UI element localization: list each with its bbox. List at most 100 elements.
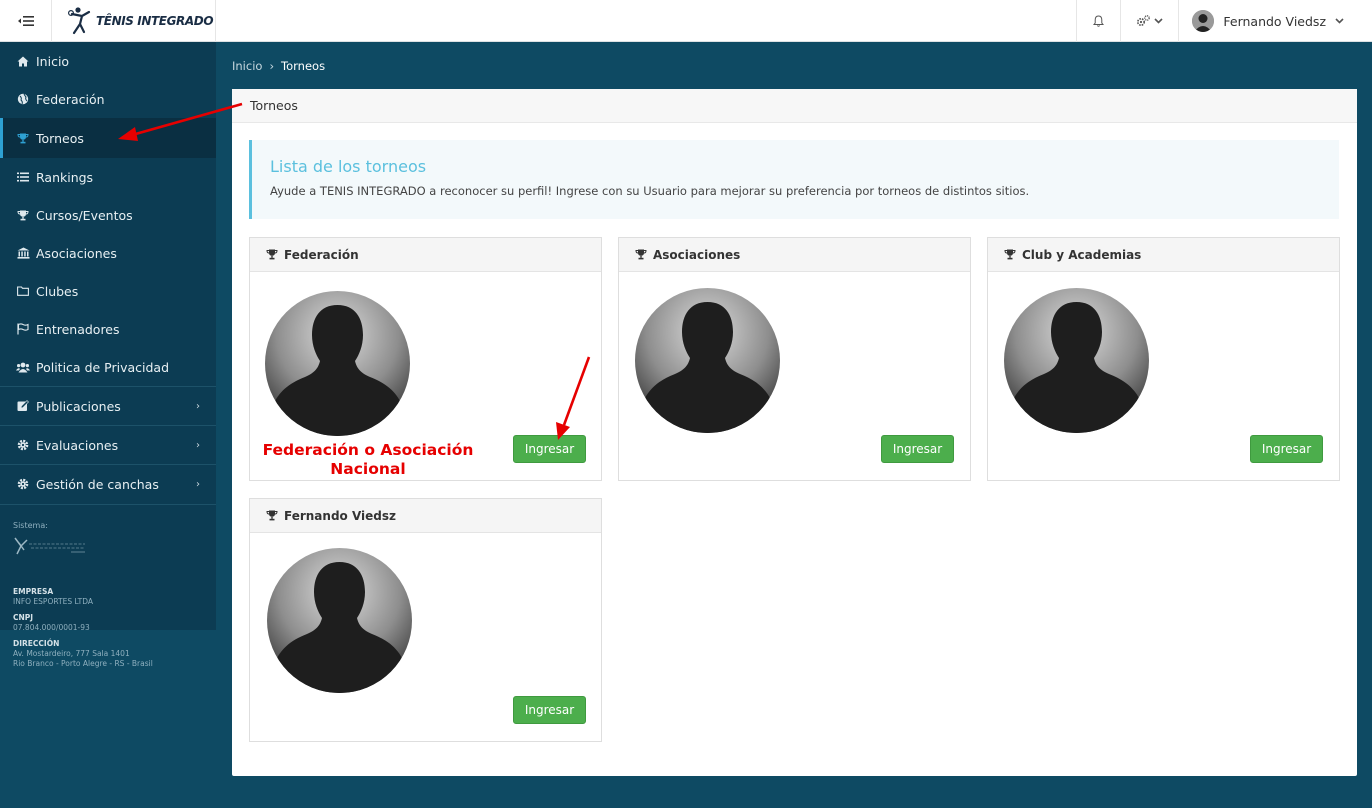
bank-icon	[16, 247, 30, 259]
sidebar-item-label: Politica de Privacidad	[36, 359, 170, 375]
sidebar-item-inicio[interactable]: Inicio	[0, 42, 216, 80]
edit-icon	[16, 400, 30, 412]
sidebar-item-label: Gestión de canchas	[36, 476, 159, 492]
chevron-right-icon: ›	[196, 439, 200, 451]
card-title: Asociaciones	[653, 247, 741, 262]
address-heading: DIRECCIÓN	[13, 639, 60, 648]
sidebar-item-asociaciones[interactable]: Asociaciones	[0, 234, 216, 272]
sidebar-item-label: Publicaciones	[36, 398, 121, 414]
app-logo[interactable]: TÊNIS INTEGRADO	[52, 0, 216, 42]
sidebar-divider	[0, 504, 216, 505]
gears-icon	[1137, 15, 1151, 27]
chevron-down-icon	[1335, 18, 1344, 24]
address-line-1: Av. Mostardeiro, 777 Sala 1401	[13, 649, 130, 658]
sidebar-item-politica-privacidad[interactable]: Politica de Privacidad	[0, 348, 216, 386]
chevron-down-icon	[1154, 18, 1163, 24]
sidebar-item-cursos-eventos[interactable]: Cursos/Eventos	[0, 196, 216, 234]
cnpj-heading: CNPJ	[13, 613, 34, 622]
user-menu[interactable]: Fernando Viedsz	[1178, 0, 1372, 42]
system-label: Sistema:	[13, 521, 48, 530]
sidebar-item-label: Entrenadores	[36, 321, 120, 337]
breadcrumb-separator: ›	[269, 59, 275, 73]
breadcrumb-current: Torneos	[281, 59, 326, 73]
home-icon	[16, 56, 30, 67]
bell-icon	[1093, 15, 1105, 27]
annotation-text: Federación o Asociación Nacional	[262, 441, 474, 478]
top-right-actions: Fernando Viedsz	[1076, 0, 1372, 42]
chevron-right-icon: ›	[196, 400, 200, 412]
card-header: Asociaciones	[619, 238, 970, 272]
list-icon	[16, 172, 30, 182]
sidebar-item-entrenadores[interactable]: Entrenadores	[0, 310, 216, 348]
card-fernando-viedsz: Fernando Viedsz Ingresar	[249, 498, 602, 742]
avatar-placeholder	[265, 291, 410, 436]
flag-icon	[16, 323, 30, 335]
card-header: Club y Academias	[988, 238, 1339, 272]
breadcrumb: Inicio › Torneos	[232, 59, 325, 73]
company-heading: EMPRESA	[13, 587, 54, 596]
chevron-right-icon: ›	[196, 478, 200, 490]
info-callout: Lista de los torneos Ayude a TENIS INTEG…	[249, 140, 1339, 219]
user-avatar	[1192, 10, 1215, 32]
sidebar-item-label: Inicio	[36, 53, 70, 69]
address-line-2: Rio Branco - Porto Alegre - RS - Brasil	[13, 659, 153, 668]
sidebar-toggle-button[interactable]	[0, 0, 52, 42]
sidebar-item-federacion[interactable]: Federación	[0, 80, 216, 118]
card-title: Fernando Viedsz	[284, 508, 397, 523]
sidebar-item-label: Clubes	[36, 283, 79, 299]
gear-icon	[16, 439, 30, 451]
globe-icon	[16, 93, 30, 105]
settings-dropdown[interactable]	[1120, 0, 1178, 42]
ingresar-button[interactable]: Ingresar	[881, 435, 954, 463]
company-info: EMPRESA INFO ESPORTES LTDA CNPJ 07.804.0…	[13, 587, 153, 669]
ingresar-button[interactable]: Ingresar	[513, 435, 586, 463]
sidebar-item-label: Federación	[36, 91, 105, 107]
card-header: Fernando Viedsz	[250, 499, 601, 533]
sidebar-item-publicaciones[interactable]: Publicaciones ›	[0, 386, 216, 425]
callout-text: Ayude a TENIS INTEGRADO a reconocer su p…	[270, 184, 1030, 198]
user-name: Fernando Viedsz	[1223, 13, 1326, 29]
system-logo[interactable]	[13, 534, 87, 558]
trophy-icon	[16, 133, 30, 144]
ingresar-button[interactable]: Ingresar	[1250, 435, 1323, 463]
sidebar-item-evaluaciones[interactable]: Evaluaciones ›	[0, 425, 216, 464]
avatar-placeholder	[1004, 288, 1149, 433]
ingresar-button[interactable]: Ingresar	[513, 696, 586, 724]
tennis-player-logo-icon	[68, 6, 91, 34]
card-asociaciones: Asociaciones Ingresar	[618, 237, 971, 481]
trophy-icon	[266, 510, 278, 521]
cnpj-value: 07.804.000/0001-93	[13, 623, 90, 632]
card-federacion: Federación Federación o Asociación Nacio…	[249, 237, 602, 481]
sidebar-item-label: Cursos/Eventos	[36, 207, 133, 223]
top-navbar: TÊNIS INTEGRADO Fernando Viedsz	[0, 0, 1372, 42]
company-name: INFO ESPORTES LTDA	[13, 597, 93, 606]
avatar-placeholder	[635, 288, 780, 433]
trophy-icon	[1004, 249, 1016, 260]
trophy-icon	[266, 249, 278, 260]
menu-collapse-icon	[17, 15, 34, 26]
sidebar-item-rankings[interactable]: Rankings	[0, 158, 216, 196]
sidebar-item-torneos[interactable]: Torneos	[0, 118, 216, 158]
users-icon	[16, 362, 30, 373]
trophy-icon	[635, 249, 647, 260]
callout-title: Lista de los torneos	[270, 157, 427, 176]
notifications-button[interactable]	[1076, 0, 1120, 42]
card-title: Club y Academias	[1022, 247, 1142, 262]
folder-icon	[16, 286, 30, 296]
trophy-icon	[16, 210, 30, 221]
sidebar-item-label: Asociaciones	[36, 245, 117, 261]
sidebar-item-clubes[interactable]: Clubes	[0, 272, 216, 310]
tournaments-panel: Torneos Lista de los torneos Ayude a TEN…	[232, 89, 1357, 776]
app-logo-text: TÊNIS INTEGRADO	[96, 13, 214, 28]
sidebar-item-label: Rankings	[36, 169, 94, 185]
panel-title: Torneos	[232, 89, 1357, 123]
avatar-placeholder	[267, 548, 412, 693]
card-header: Federación	[250, 238, 601, 272]
gear-icon	[16, 478, 30, 490]
sidebar-item-label: Evaluaciones	[36, 437, 119, 453]
card-title: Federación	[284, 247, 359, 262]
sidebar: Inicio Federación Torneos Rankings Curso…	[0, 42, 216, 630]
sidebar-item-gestion-canchas[interactable]: Gestión de canchas ›	[0, 464, 216, 503]
sidebar-item-label: Torneos	[36, 130, 84, 146]
breadcrumb-home-link[interactable]: Inicio	[232, 59, 262, 73]
